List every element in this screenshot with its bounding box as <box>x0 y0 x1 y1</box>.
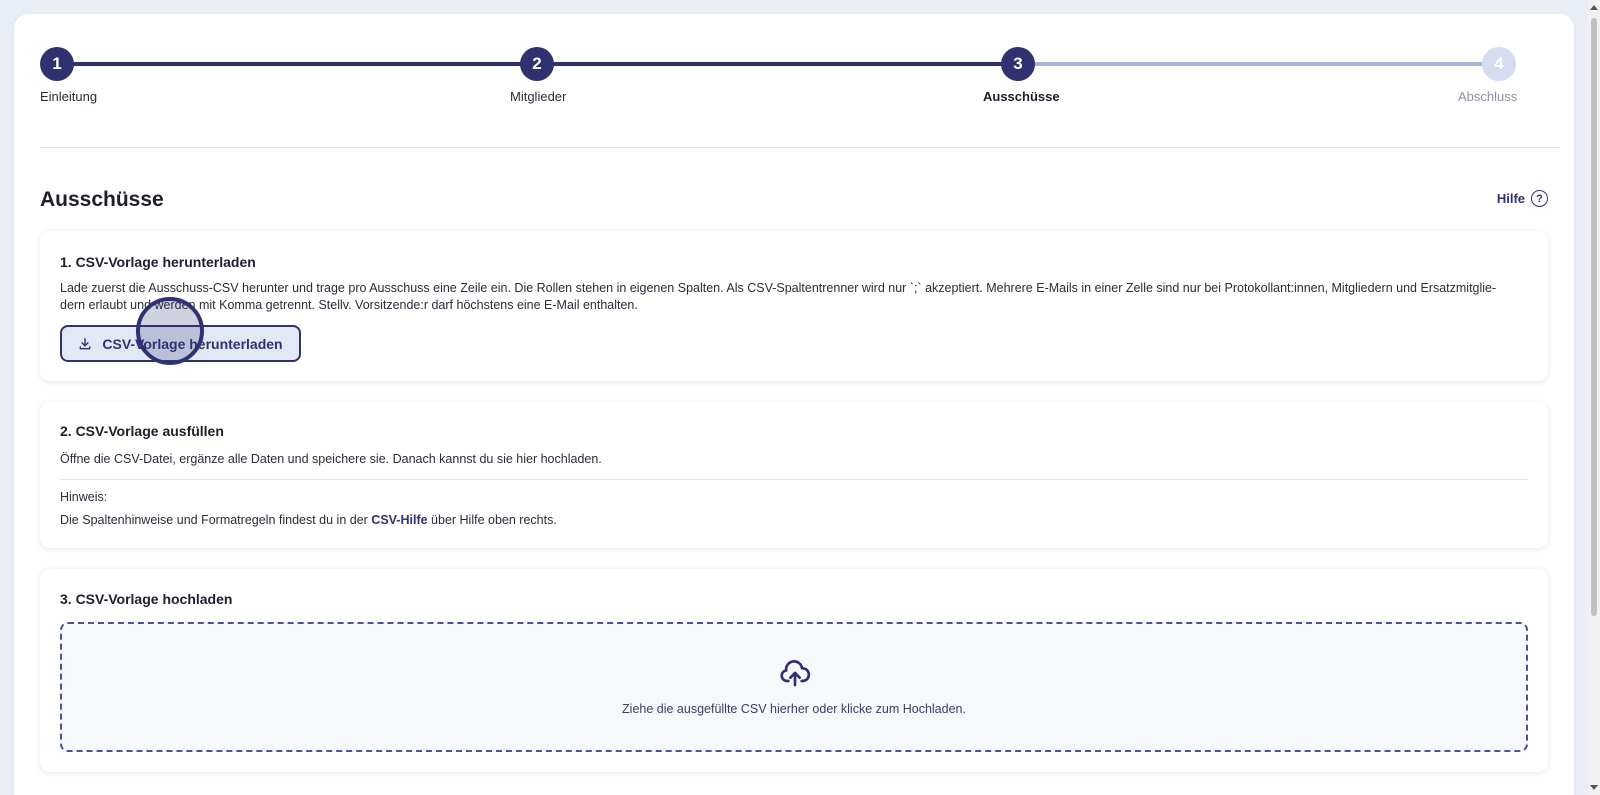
card-upload-template: 3. CSV-Vorlage hochladen Ziehe die ausge… <box>40 569 1548 772</box>
wizard-page: 1 Einleitung 2 Mitglieder 3 Ausschüsse 4… <box>14 14 1574 795</box>
card-download-text: Lade zuerst die Ausschuss-CSV herunter u… <box>60 281 1497 312</box>
header-divider <box>40 147 1560 148</box>
step-1-label: Einleitung <box>40 89 98 104</box>
scroll-up-arrow-icon[interactable] <box>1590 5 1598 10</box>
step-connector-1-2 <box>57 62 537 66</box>
cloud-upload-icon <box>780 660 811 687</box>
help-label: Hilfe <box>1496 191 1525 206</box>
dropzone-text: Ziehe die ausgefüllte CSV hierher oder k… <box>622 702 966 716</box>
page-scrollbar[interactable] <box>1588 0 1600 795</box>
step-3-number: 3 <box>1001 47 1035 81</box>
hint-suffix: über Hilfe oben rechts. <box>427 513 557 527</box>
hint-text: Die Spaltenhinweise und Formatregeln fin… <box>60 512 557 529</box>
step-2-number: 2 <box>520 47 554 81</box>
help-circle-icon: ? <box>1531 190 1548 207</box>
help-link[interactable]: Hilfe ? <box>1497 190 1548 207</box>
step-4: 4 Abschluss <box>1458 47 1517 104</box>
step-2[interactable]: 2 Mitglieder <box>510 47 566 104</box>
card-fill-text: Öffne die CSV-Datei, ergänze alle Daten … <box>60 452 602 466</box>
step-3[interactable]: 3 Ausschüsse <box>983 47 1060 104</box>
card-download-template: 1. CSV-Vorlage herunterladen Lade zuerst… <box>40 231 1548 381</box>
hint-prefix: Die Spaltenhinweise und Formatregeln fin… <box>60 513 372 527</box>
step-connector-2-3 <box>537 62 1018 66</box>
csv-dropzone[interactable]: Ziehe die ausgefüllte CSV hierher oder k… <box>60 622 1528 752</box>
card-fill-title: 2. CSV-Vorlage ausfüllen <box>60 423 224 439</box>
step-2-label: Mitglieder <box>510 89 567 104</box>
step-3-label: Ausschüsse <box>983 89 1060 104</box>
scroll-thumb[interactable] <box>1591 18 1597 616</box>
step-connector-3-4 <box>1018 62 1499 66</box>
stepper: 1 Einleitung 2 Mitglieder 3 Ausschüsse 4… <box>40 47 1560 127</box>
hint-divider <box>60 479 1528 480</box>
card-upload-title: 3. CSV-Vorlage hochladen <box>60 591 233 607</box>
step-1-number: 1 <box>40 47 74 81</box>
download-template-button[interactable]: CSV-Vorlage herunterladen <box>60 325 301 362</box>
step-4-label: Abschluss <box>1458 89 1518 104</box>
download-icon <box>80 337 91 349</box>
csv-help-link[interactable]: CSV-Hilfe <box>371 513 427 527</box>
scroll-down-arrow-icon[interactable] <box>1590 785 1598 790</box>
page-title: Ausschüsse <box>40 188 164 211</box>
card-download-title: 1. CSV-Vorlage herunterladen <box>60 254 256 270</box>
step-1[interactable]: 1 Einleitung <box>40 47 97 104</box>
hint-label: Hinweis: <box>60 490 108 504</box>
card-fill-template: 2. CSV-Vorlage ausfüllen Öffne die CSV-D… <box>40 402 1548 548</box>
download-button-label: CSV-Vorlage herunterladen <box>102 335 283 352</box>
step-4-number: 4 <box>1482 47 1516 81</box>
